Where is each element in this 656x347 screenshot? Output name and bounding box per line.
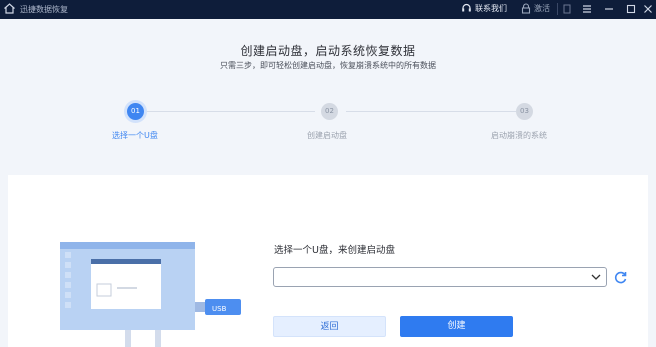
step-2-label: 创建启动盘 bbox=[307, 131, 347, 140]
contact-us-button[interactable]: 联系我们 bbox=[461, 3, 507, 14]
create-button[interactable]: 创建 bbox=[400, 316, 513, 337]
contact-us-label: 联系我们 bbox=[475, 4, 507, 13]
refresh-icon[interactable] bbox=[613, 270, 628, 285]
activate-label: 激活 bbox=[534, 4, 550, 13]
menu-icon[interactable] bbox=[580, 2, 594, 16]
maximize-icon[interactable] bbox=[624, 2, 638, 16]
step-2-indicator: 02 bbox=[321, 103, 338, 120]
step-connector bbox=[346, 111, 516, 112]
step-3-label: 启动崩溃的系统 bbox=[491, 131, 547, 140]
usb-prompt: 选择一个U盘，来创建启动盘 bbox=[274, 245, 395, 256]
close-icon[interactable] bbox=[641, 2, 655, 16]
divider bbox=[557, 3, 558, 15]
title-bar: 迅捷数据恢复 联系我们 激活 bbox=[0, 0, 656, 19]
step-1-label: 选择一个U盘 bbox=[112, 131, 158, 140]
usb-drive-select[interactable] bbox=[273, 267, 607, 287]
headset-icon bbox=[462, 3, 471, 12]
step-connector bbox=[145, 111, 315, 112]
back-button[interactable]: 返回 bbox=[273, 316, 386, 337]
usb-monitor-illustration: USB bbox=[60, 242, 241, 347]
usb-label: USB bbox=[212, 305, 227, 313]
app-title: 迅捷数据恢复 bbox=[20, 5, 68, 14]
activate-button[interactable]: 激活 bbox=[521, 3, 550, 14]
minimize-icon[interactable] bbox=[602, 2, 616, 16]
page-title: 创建启动盘，启动系统恢复数据 bbox=[240, 44, 416, 58]
chevron-down-icon bbox=[591, 274, 601, 280]
lock-icon bbox=[521, 3, 531, 14]
home-icon[interactable] bbox=[3, 2, 16, 15]
step-3-indicator: 03 bbox=[516, 103, 533, 120]
page-subtitle: 只需三步，即可轻松创建启动盘，恢复崩溃系统中的所有数据 bbox=[220, 61, 436, 70]
step-1-indicator: 01 bbox=[127, 103, 144, 120]
feedback-icon[interactable] bbox=[560, 2, 574, 16]
